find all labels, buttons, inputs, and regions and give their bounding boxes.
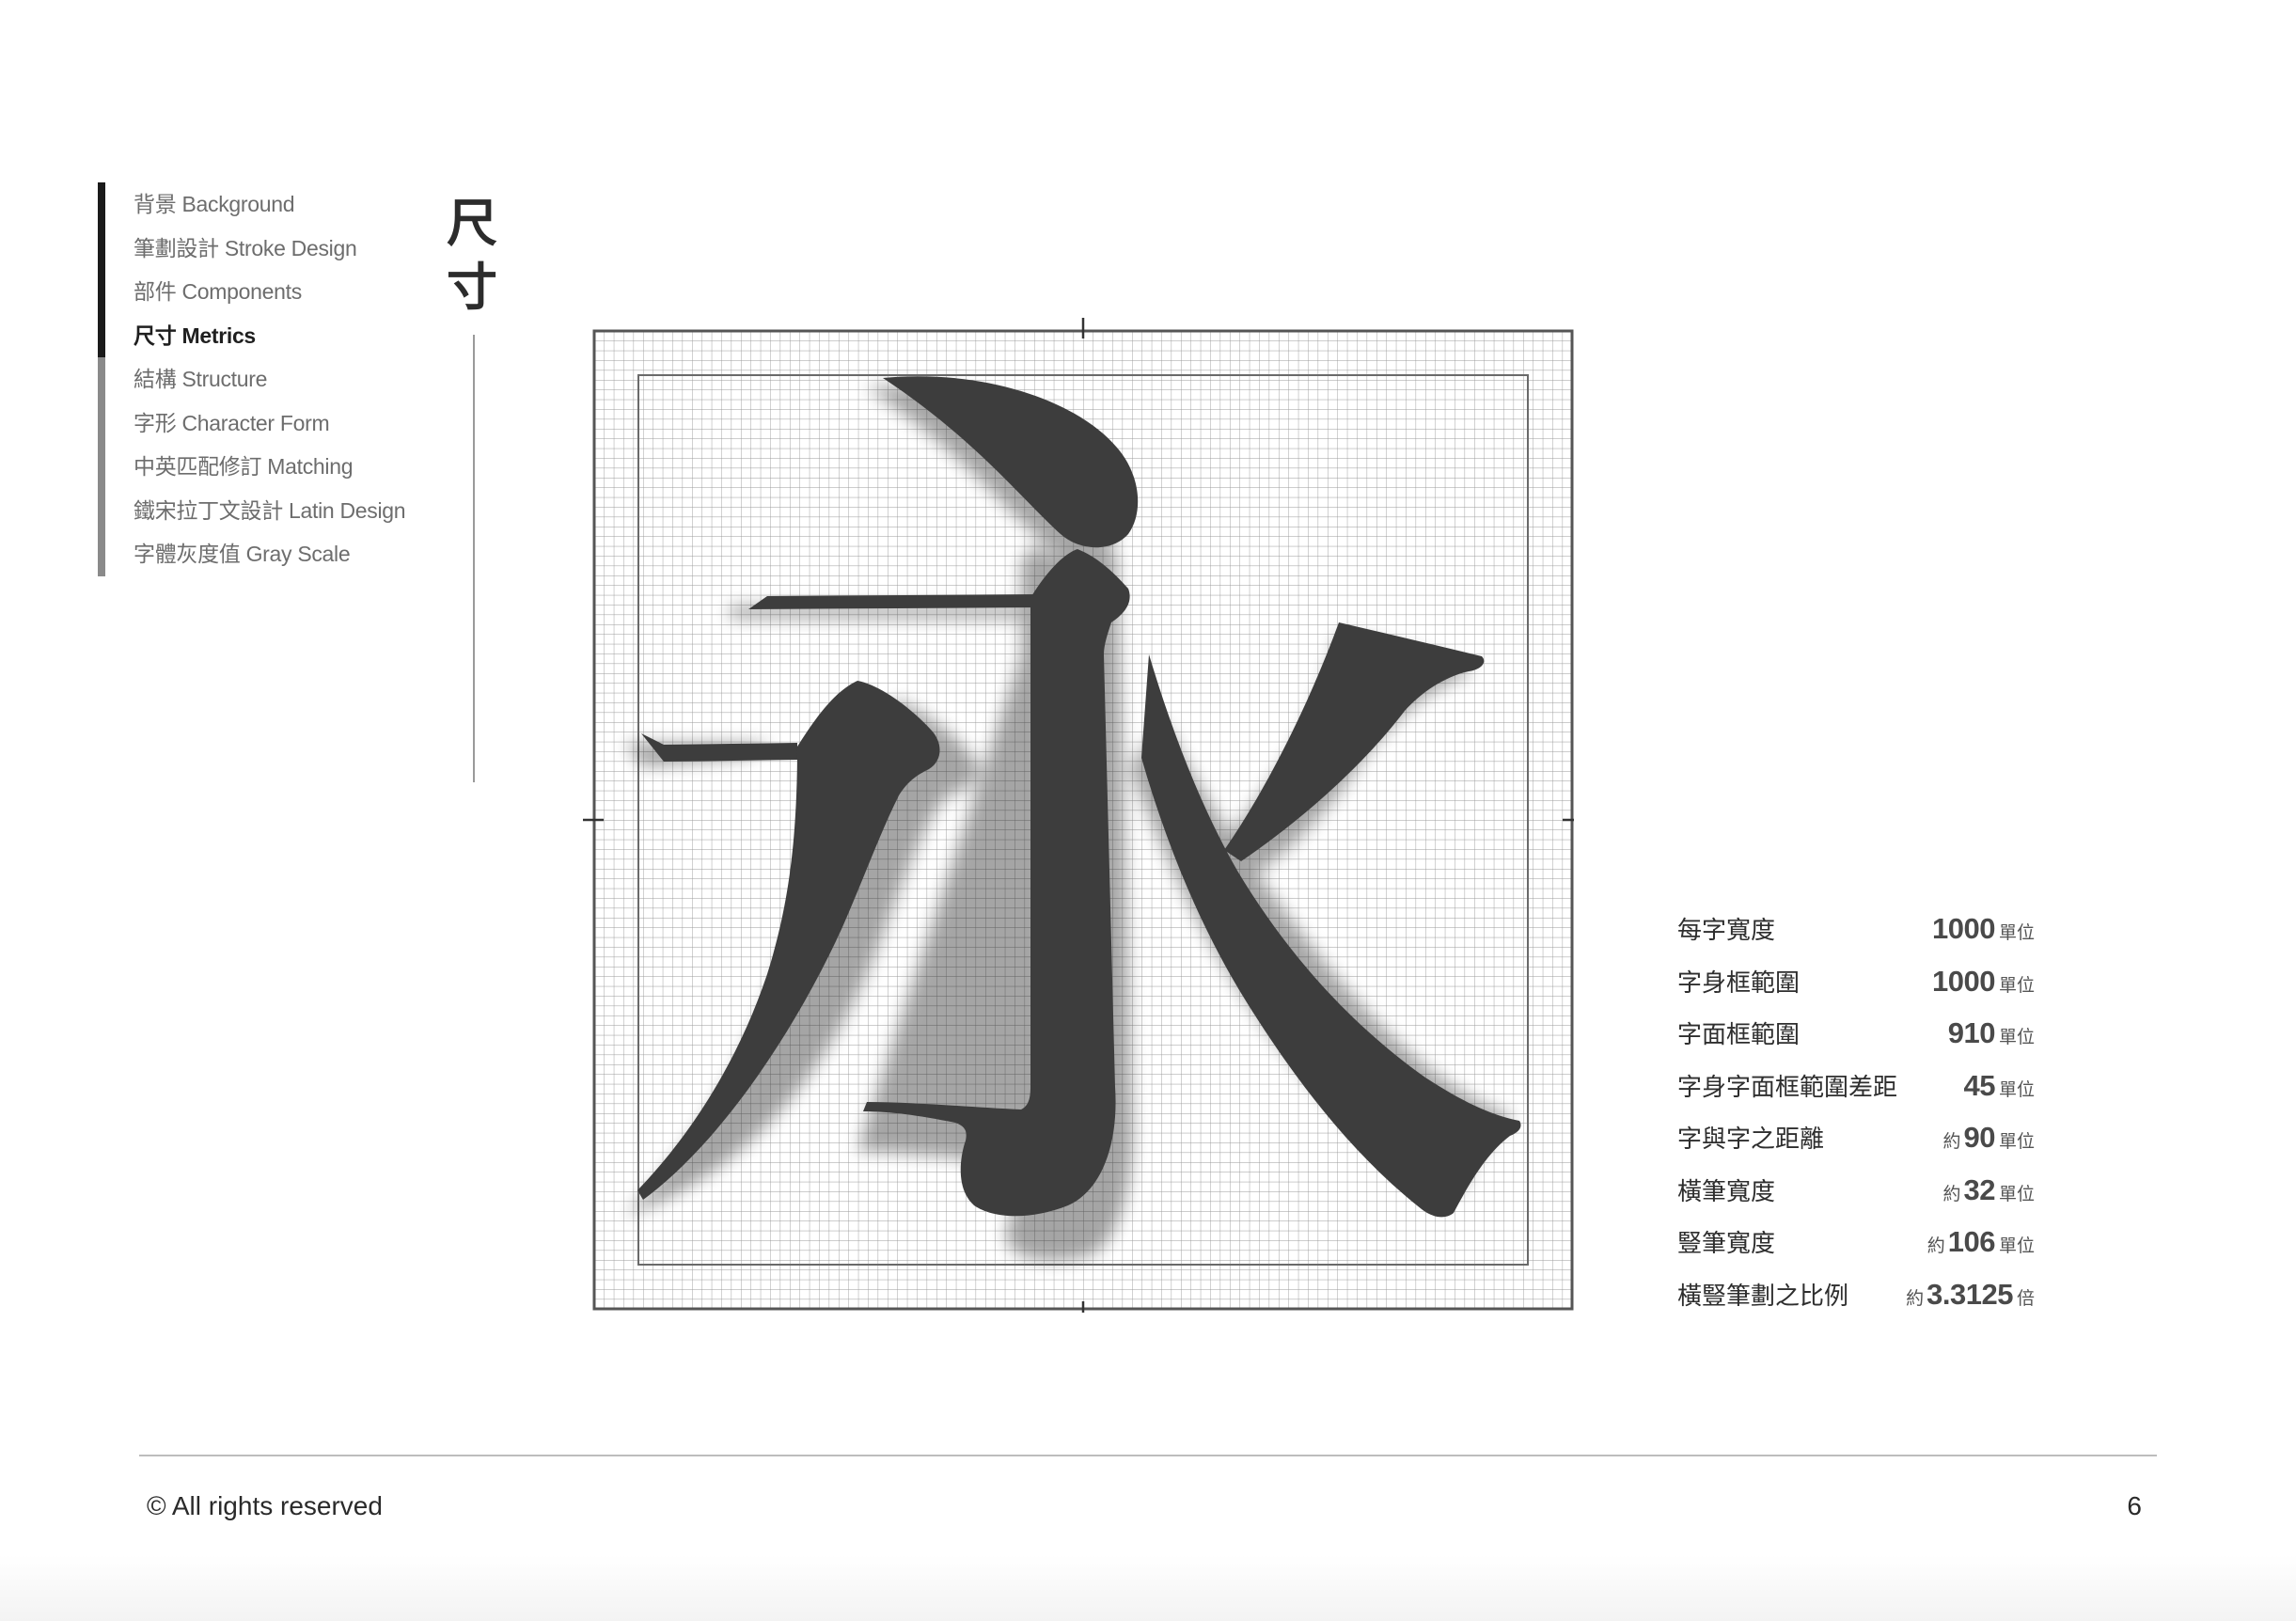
footer-divider [139,1455,2157,1456]
metric-number: 910 [1947,1016,1996,1049]
metric-unit: 單位 [1998,1078,2035,1100]
metric-unit: 單位 [1998,922,2035,943]
metric-number: 3.3125 [1926,1277,2013,1311]
metric-label: 字身框範圍 [1677,968,1801,998]
metric-row: 豎筆寬度 約106 單位 [1677,1216,2035,1268]
metric-value: 45 單位 [1961,1060,2036,1118]
metric-row: 字身字面框範圍差距 45 單位 [1677,1060,2035,1112]
page-bottom-shade [0,1555,2296,1621]
section-title-char: 寸 [447,258,497,317]
metric-prefix: 約 [1942,1183,1961,1204]
metric-label: 豎筆寬度 [1677,1230,1776,1258]
metric-row: 橫筆寬度 約32 單位 [1677,1164,2035,1217]
metric-prefix: 約 [1906,1287,1925,1309]
nav-item-latin-design[interactable]: 鐵宋拉丁文設計 Latin Design [105,489,463,533]
metric-label: 字身字面框範圍差距 [1677,1073,1898,1102]
metric-label: 字面框範圍 [1677,1021,1801,1049]
metrics-table: 每字寬度 1000 單位 字身框範圍 1000 單位 字面框範圍 910 單位 字身字… [1677,903,2035,1320]
metric-number: 106 [1947,1225,1996,1258]
nav-item-stroke-design[interactable]: 筆劃設計 Stroke Design [105,227,463,271]
section-title-char: 尺 [447,194,497,253]
metric-row: 字與字之距離 約90 單位 [1677,1111,2035,1164]
metric-unit: 單位 [1998,1183,2035,1204]
metric-unit: 單位 [1998,1235,2035,1256]
metric-label: 橫豎筆劃之比例 [1677,1282,1849,1311]
metric-row: 字面框範圍 910 單位 [1677,1007,2035,1060]
metric-number: 1000 [1932,964,1995,998]
nav-progress-indicator [98,182,105,357]
metric-value: 約90 單位 [1942,1111,2035,1170]
metric-number: 32 [1963,1172,1996,1206]
section-title: 尺 寸 [444,192,500,320]
metric-label: 橫筆寬度 [1677,1177,1776,1206]
nav-item-components[interactable]: 部件 Components [105,270,463,314]
section-divider [473,335,475,782]
glyph-metrics-figure [579,316,1576,1313]
metric-value: 910 單位 [1945,1007,2035,1065]
metric-prefix: 約 [1942,1131,1961,1152]
metric-row: 橫豎筆劃之比例 約3.3125 倍 [1677,1268,2035,1321]
nav-item-metrics[interactable]: 尺寸 Metrics [105,314,463,358]
metric-value: 約3.3125 倍 [1906,1268,2035,1327]
metric-value: 1000 單位 [1929,903,2035,961]
glyph-grid-svg [583,318,1574,1313]
metric-unit: 單位 [1998,1027,2035,1047]
nav-item-gray-scale[interactable]: 字體灰度值 Gray Scale [105,532,463,576]
metric-unit: 單位 [1998,1131,2035,1152]
metric-value: 1000 單位 [1929,955,2035,1014]
metric-number: 90 [1963,1121,1996,1154]
copyright-text: © All rights reserved [147,1491,383,1520]
page-number: 6 [2127,1491,2142,1520]
metric-unit: 單位 [1998,974,2035,996]
metric-number: 45 [1963,1068,1996,1102]
metric-row: 字身框範圍 1000 單位 [1677,955,2035,1008]
nav-item-structure[interactable]: 結構 Structure [105,357,463,401]
nav-item-background[interactable]: 背景 Background [105,182,463,227]
metric-label: 每字寬度 [1677,917,1776,945]
metric-number: 1000 [1932,912,1995,945]
metric-unit: 倍 [2016,1287,2035,1309]
metric-value: 約106 單位 [1927,1216,2035,1274]
nav-item-matching[interactable]: 中英匹配修訂 Matching [105,445,463,489]
metric-label: 字與字之距離 [1677,1125,1825,1154]
metric-row: 每字寬度 1000 單位 [1677,903,2035,955]
metric-prefix: 約 [1926,1235,1945,1256]
section-nav: 背景 Background 筆劃設計 Stroke Design 部件 Comp… [98,182,463,576]
nav-item-character-form[interactable]: 字形 Character Form [105,401,463,446]
metric-value: 約32 單位 [1942,1164,2035,1222]
